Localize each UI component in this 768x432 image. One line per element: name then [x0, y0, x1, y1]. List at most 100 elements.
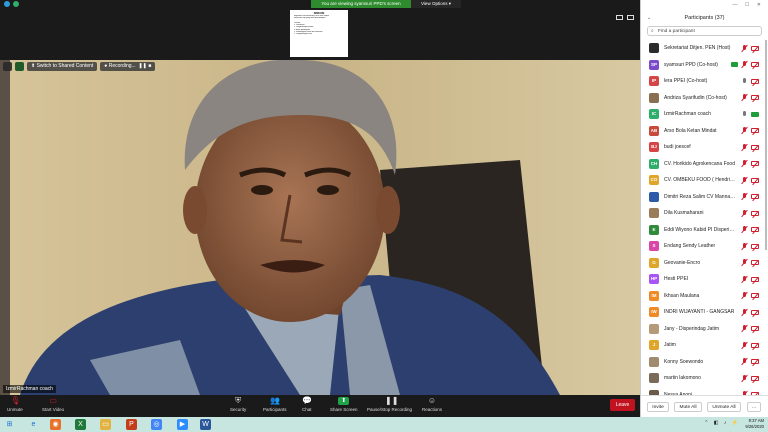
participant-row[interactable]: J Jatim	[641, 337, 768, 354]
security-label: Security	[230, 407, 247, 412]
muted-mic-icon[interactable]	[742, 259, 747, 266]
more-options-button[interactable]: …	[747, 402, 761, 412]
speaker-video: ⬆ Switch to Shared Content ● Recording..…	[0, 60, 640, 395]
share-screen-button[interactable]: ⬆ Share Screen	[330, 397, 358, 412]
zoom-icon[interactable]: ▶	[177, 419, 188, 430]
security-button[interactable]: ⛨ Security	[230, 397, 247, 413]
muted-mic-icon[interactable]	[742, 341, 747, 349]
participants-label: Participants	[263, 407, 287, 412]
participant-status-icons	[742, 374, 759, 382]
find-participant-input[interactable]: Find a participant	[647, 26, 762, 36]
participant-row[interactable]: Konny Soewondo	[641, 354, 768, 371]
participant-row[interactable]: IP lera PPEI (Co-host)	[641, 73, 768, 90]
participant-row[interactable]: E Eddi Wiyono Kabid PI Disperind...	[641, 222, 768, 239]
firefox-icon[interactable]: ◉	[50, 419, 61, 430]
powerpoint-icon[interactable]: P	[126, 419, 137, 430]
participant-row[interactable]: AB Arso Bola Ketan Mindat	[641, 123, 768, 140]
invite-button[interactable]: Invite	[647, 402, 669, 412]
muted-mic-icon[interactable]	[742, 127, 747, 134]
view-options-button[interactable]: View Options ▾	[411, 0, 461, 8]
muted-mic-icon[interactable]	[742, 275, 747, 283]
participant-avatar	[649, 43, 659, 54]
muted-mic-icon[interactable]	[742, 374, 747, 382]
pause-recording-button[interactable]: ❚❚ Pause/Stop Recording	[367, 397, 412, 413]
participant-row[interactable]: IW INDRI WIJAYANTI - GANGSAR	[641, 304, 768, 321]
file-explorer-icon[interactable]: ▭	[100, 419, 111, 430]
windows-start-icon[interactable]: ⊞	[4, 419, 15, 430]
muted-mic-icon[interactable]	[742, 176, 747, 184]
participant-row[interactable]: Nesya Anoni	[641, 387, 768, 395]
video-off-icon: ▭	[49, 396, 57, 405]
muted-mic-icon[interactable]	[742, 44, 747, 52]
video-off-icon	[751, 342, 759, 348]
participant-row[interactable]: G Geovanie-Encro	[641, 255, 768, 272]
participant-row[interactable]: S Endang Sendy Leather	[641, 238, 768, 255]
participant-row[interactable]: Sekretariat Ditjen. PEN (Host)	[641, 40, 768, 57]
muted-mic-icon[interactable]	[742, 209, 747, 217]
muted-mic-icon[interactable]	[742, 308, 747, 316]
shared-screen-area[interactable]: DISKUSI Bagaimana kita mendorong UKM unt…	[0, 8, 640, 60]
chat-label: Chat	[302, 407, 312, 412]
video-top-controls: ⬆ Switch to Shared Content ● Recording..…	[3, 62, 156, 71]
video-off-icon	[751, 210, 759, 216]
unmute-button[interactable]: 🎙 Unmute	[7, 397, 23, 413]
participant-name: Dila Kusmaharani	[664, 210, 704, 217]
participant-row[interactable]: martin lakomono	[641, 370, 768, 387]
muted-mic-icon[interactable]	[742, 242, 747, 250]
muted-mic-icon[interactable]	[742, 143, 747, 151]
participant-row[interactable]: Dila Kusmaharani	[641, 205, 768, 222]
mic-icon[interactable]	[742, 110, 747, 118]
participant-row[interactable]: CO CV. OMBEKU FOOD ( Hendri Ca...	[641, 172, 768, 189]
recording-label: Recording...	[108, 63, 136, 69]
participant-row[interactable]: CH CV. Horikido Agrokencana Food	[641, 156, 768, 173]
fullscreen-icon[interactable]	[627, 15, 634, 20]
reactions-button[interactable]: ☺ Reactions	[422, 397, 442, 413]
participants-button[interactable]: 👥 Participants	[263, 397, 287, 413]
participant-row[interactable]: Andriza Syarifudin (Co-host)	[641, 90, 768, 107]
participant-name: martin lakomono	[664, 375, 701, 382]
participant-row[interactable]: HP Hesti PPEI	[641, 271, 768, 288]
excel-icon[interactable]: X	[75, 419, 86, 430]
participant-avatar	[649, 191, 659, 202]
participant-row[interactable]: IC IzmirRachman coach	[641, 106, 768, 123]
participant-list-scrollbar[interactable]	[765, 40, 767, 250]
participant-avatar: J	[649, 340, 659, 351]
video-off-icon	[751, 45, 759, 51]
leave-button[interactable]: Leave	[610, 399, 635, 411]
participant-name: Konny Soewondo	[664, 358, 704, 365]
word-icon[interactable]: W	[200, 419, 211, 430]
muted-mic-icon[interactable]	[742, 94, 747, 101]
chrome-icon[interactable]: ◎	[151, 419, 162, 430]
muted-mic-icon[interactable]	[742, 292, 747, 299]
recording-indicator[interactable]: ● Recording... ❚❚ ■	[100, 62, 156, 71]
participant-avatar: IC	[649, 109, 659, 120]
chat-button[interactable]: 💬 Chat	[302, 397, 312, 413]
shield-icon[interactable]	[15, 62, 24, 71]
participant-row[interactable]: BJ budi joescef	[641, 139, 768, 156]
participant-name: Eddi Wiyono Kabid PI Disperind...	[664, 226, 736, 233]
muted-mic-icon[interactable]	[742, 226, 747, 233]
muted-mic-icon[interactable]	[742, 358, 747, 365]
participant-row[interactable]: IM Ikhsan Maulana	[641, 288, 768, 305]
participant-row[interactable]: Dimitri Reza Salim CV Manna In...	[641, 189, 768, 206]
muted-mic-icon[interactable]	[742, 193, 747, 200]
participant-row[interactable]: Jany - Disperindag Jatim	[641, 321, 768, 338]
mute-all-button[interactable]: Mute All	[674, 402, 702, 412]
system-tray[interactable]: ⌃ ◧ ♪ ⚡	[704, 420, 740, 426]
system-clock[interactable]: 9:37 AM 9/26/2020	[745, 418, 764, 430]
start-video-button[interactable]: ▭ Start Video	[42, 396, 64, 413]
muted-mic-icon[interactable]	[742, 61, 747, 68]
shield-icon[interactable]	[13, 1, 19, 7]
gallery-view-icon[interactable]	[616, 15, 623, 20]
muted-mic-icon[interactable]	[742, 160, 747, 167]
participant-name: Hesti PPEI	[664, 276, 689, 283]
ie-icon[interactable]: e	[28, 419, 39, 430]
unmute-all-button[interactable]: Unmute All	[707, 402, 741, 412]
mic-icon[interactable]	[742, 77, 747, 85]
encryption-icon[interactable]	[3, 62, 12, 71]
muted-mic-icon[interactable]	[742, 325, 747, 332]
panel-window-buttons[interactable]: — ☐ ✕	[733, 2, 764, 8]
info-icon[interactable]	[4, 1, 10, 7]
switch-to-shared-content-button[interactable]: ⬆ Switch to Shared Content	[27, 62, 98, 71]
participant-row[interactable]: SP syamsuri PPD (Co-host)	[641, 57, 768, 74]
